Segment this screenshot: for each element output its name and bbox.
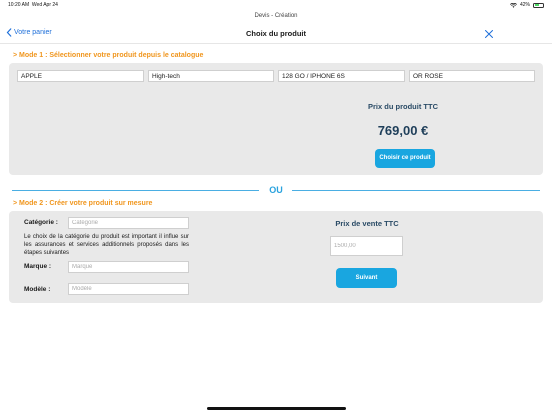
divider-right	[292, 190, 540, 191]
wifi-icon	[510, 2, 517, 8]
model-input[interactable]	[68, 283, 189, 295]
brand-select[interactable]: APPLE	[17, 70, 144, 82]
sale-price-input[interactable]	[330, 236, 403, 256]
choose-product-button[interactable]: Choisir ce produit	[375, 149, 435, 168]
category-help-text: Le choix de la catégorie du produit est …	[24, 234, 189, 256]
battery-percent: 42%	[519, 2, 530, 8]
window-title: Devis - Création	[254, 13, 298, 19]
mode1-title: > Mode 1 : Sélectionner votre produit de…	[13, 52, 204, 59]
product-price-label: Prix du produit TTC	[368, 102, 438, 111]
model-label: Modèle :	[24, 286, 51, 293]
navigation-bar: Votre panier Choix du produit	[0, 24, 552, 44]
product-price-value: 769,00 €	[377, 123, 429, 138]
category-input[interactable]	[68, 217, 189, 229]
status-right: 42%	[510, 2, 544, 8]
battery-icon	[533, 2, 544, 8]
next-button[interactable]: Suivant	[336, 268, 397, 288]
brand-label: Marque :	[24, 263, 52, 270]
category-select[interactable]: High-tech	[148, 70, 274, 82]
status-time: 10:20 AM Wed Apr 24	[8, 2, 58, 8]
model-select[interactable]: 128 GO / IPHONE 6S	[278, 70, 405, 82]
mode2-title: > Mode 2 : Créer votre produit sur mesur…	[13, 200, 153, 207]
color-select[interactable]: OR ROSE	[409, 70, 535, 82]
close-icon[interactable]	[484, 29, 494, 39]
category-label: Catégorie :	[24, 219, 58, 226]
divider-left	[12, 190, 259, 191]
brand-input[interactable]	[68, 261, 189, 273]
home-indicator	[207, 407, 346, 410]
sale-price-label: Prix de vente TTC	[335, 219, 399, 228]
page-title: Choix du produit	[246, 29, 306, 38]
status-bar: 10:20 AM Wed Apr 24 42%	[0, 0, 552, 10]
